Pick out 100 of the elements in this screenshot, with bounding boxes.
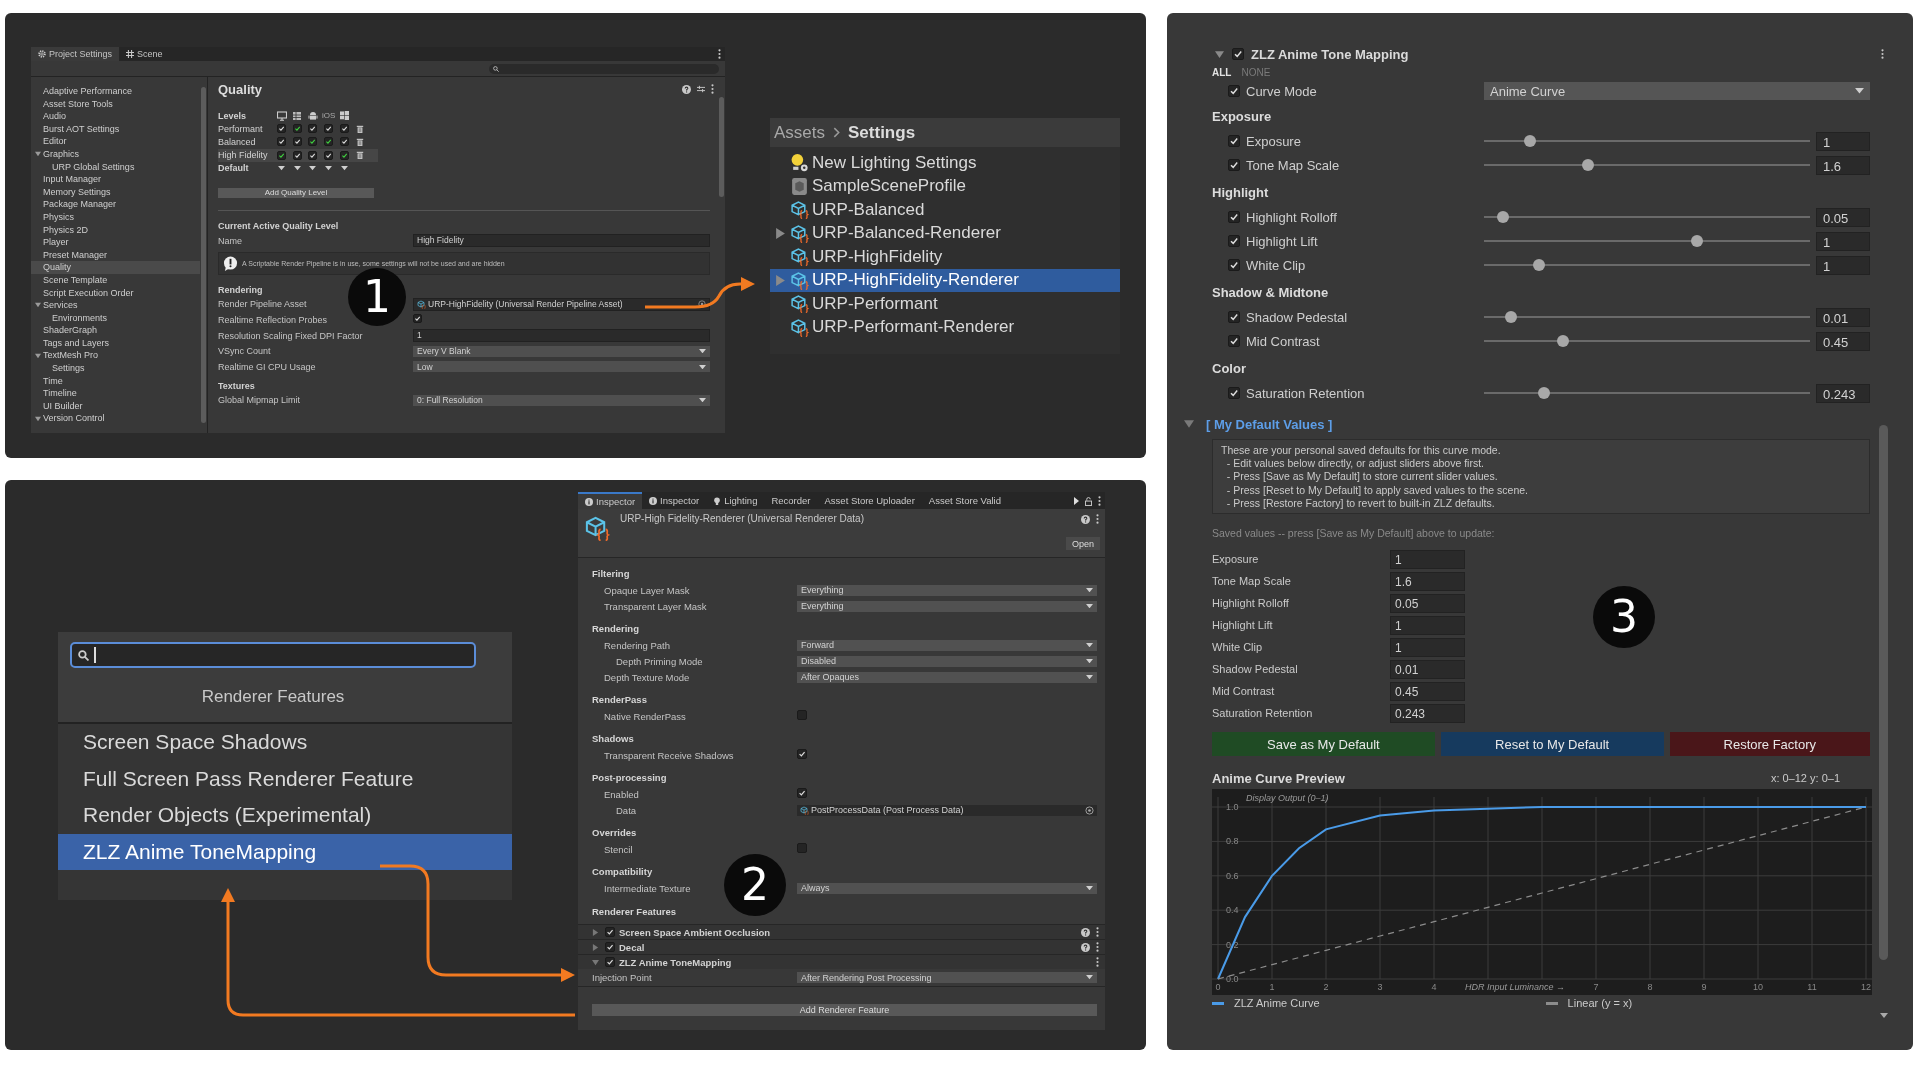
- feature-header[interactable]: Screen Space Ambient Occlusion: [578, 924, 1105, 939]
- foldout-title[interactable]: [ My Default Values ]: [1206, 416, 1333, 432]
- breadcrumb-link[interactable]: Settings: [848, 122, 916, 143]
- checkbox[interactable]: [339, 124, 349, 134]
- quality-level-row[interactable]: Performant: [218, 122, 378, 136]
- checkbox[interactable]: [277, 124, 287, 134]
- number-field[interactable]: 0.243: [1390, 703, 1465, 723]
- trash-icon[interactable]: [355, 151, 364, 160]
- search-field[interactable]: [489, 63, 719, 74]
- sidebar-item[interactable]: Graphics: [31, 147, 200, 161]
- trash-icon[interactable]: [355, 137, 364, 146]
- sidebar-item[interactable]: Audio: [31, 110, 200, 123]
- quality-level-row[interactable]: Balanced: [218, 135, 378, 149]
- number-field[interactable]: 0.45: [1816, 331, 1870, 351]
- dropdown[interactable]: Anime Curve: [1484, 82, 1870, 100]
- number-field[interactable]: 0.05: [1390, 593, 1465, 613]
- sidebar-item[interactable]: Player: [31, 236, 200, 249]
- dropdown[interactable]: Every V Blank: [413, 345, 710, 357]
- dropdown[interactable]: Everything: [797, 584, 1097, 596]
- checkbox[interactable]: [292, 124, 302, 134]
- checkbox[interactable]: [1228, 85, 1240, 97]
- expand-triangle-icon[interactable]: [35, 352, 41, 359]
- checkbox[interactable]: [605, 927, 615, 937]
- expand-triangle-icon[interactable]: [1215, 49, 1224, 59]
- expand-triangle-icon[interactable]: [592, 958, 599, 966]
- asset-item[interactable]: URP-Balanced: [770, 198, 1120, 222]
- checkbox[interactable]: [308, 124, 318, 134]
- checkbox[interactable]: [1228, 259, 1240, 271]
- number-field[interactable]: 1.6: [1390, 571, 1465, 591]
- number-field[interactable]: 1.6: [1816, 155, 1870, 175]
- sidebar-item[interactable]: Memory Settings: [31, 185, 200, 199]
- checkbox[interactable]: [292, 150, 302, 160]
- sidebar-item[interactable]: Editor: [31, 135, 200, 148]
- number-field[interactable]: 1: [1390, 637, 1465, 657]
- dropdown[interactable]: Always: [797, 882, 1097, 894]
- feature-header[interactable]: Decal: [578, 939, 1105, 954]
- dropdown[interactable]: Forward: [797, 639, 1097, 651]
- feature-header[interactable]: ZLZ Anime ToneMapping: [578, 954, 1105, 969]
- expand-triangle-icon[interactable]: [1184, 419, 1194, 429]
- scroll-down-icon[interactable]: [1880, 1013, 1888, 1018]
- expand-triangle-icon[interactable]: [35, 415, 41, 422]
- number-field[interactable]: 0.01: [1816, 307, 1870, 327]
- action-button[interactable]: Restore Factory: [1669, 732, 1870, 756]
- search-field[interactable]: [70, 642, 476, 668]
- sidebar-item[interactable]: Version Control: [31, 412, 200, 426]
- toggle-link[interactable]: ALL: [1212, 66, 1232, 78]
- checkbox[interactable]: [324, 137, 334, 147]
- tab[interactable]: Lighting: [706, 492, 765, 509]
- help-icon[interactable]: [1081, 942, 1090, 952]
- sidebar-item[interactable]: URP Global Settings: [31, 160, 200, 174]
- tab[interactable]: Project Settings: [31, 47, 120, 61]
- dropdown[interactable]: After Rendering Post Processing: [797, 972, 1097, 983]
- sidebar-item[interactable]: TextMesh Pro: [31, 349, 200, 363]
- number-field[interactable]: 1: [1816, 131, 1870, 151]
- sidebar-item[interactable]: Settings: [31, 362, 200, 375]
- number-field[interactable]: 1: [1390, 615, 1465, 635]
- tab[interactable]: Inspector: [642, 492, 707, 509]
- sidebar-item[interactable]: Tags and Layers: [31, 336, 200, 350]
- number-field[interactable]: 1: [1390, 549, 1465, 569]
- checkbox[interactable]: [339, 150, 349, 160]
- slider-thumb[interactable]: [1538, 387, 1551, 399]
- sidebar-item[interactable]: Preset Manager: [31, 248, 200, 262]
- checkbox[interactable]: [324, 124, 334, 134]
- sidebar-item[interactable]: Physics 2D: [31, 223, 200, 237]
- checkbox[interactable]: [797, 749, 807, 759]
- checkbox[interactable]: [308, 137, 318, 147]
- feature-option[interactable]: Full Screen Pass Renderer Feature: [58, 760, 512, 797]
- object-field[interactable]: URP-HighFidelity (Universal Render Pipeline Asset): [413, 297, 710, 311]
- checkbox[interactable]: [1228, 135, 1240, 147]
- sidebar-item[interactable]: Burst AOT Settings: [31, 122, 200, 136]
- add-quality-level-button[interactable]: Add Quality Level: [218, 187, 374, 198]
- sidebar-item[interactable]: ShaderGraph: [31, 324, 200, 337]
- number-field[interactable]: 0.243: [1816, 383, 1870, 403]
- expand-triangle-icon[interactable]: [35, 151, 41, 158]
- open-button[interactable]: Open: [1065, 537, 1100, 550]
- sidebar-item[interactable]: Environments: [31, 311, 200, 325]
- number-field[interactable]: 0.05: [1816, 207, 1870, 227]
- asset-item[interactable]: URP-Balanced-Renderer: [770, 221, 1120, 245]
- more-icon[interactable]: [1881, 49, 1884, 59]
- tab[interactable]: Inspector: [578, 492, 643, 509]
- sidebar-item[interactable]: Services: [31, 299, 200, 312]
- sidebar-item[interactable]: Adaptive Performance: [31, 85, 200, 98]
- number-field[interactable]: 1: [1816, 231, 1870, 251]
- checkbox[interactable]: [1228, 387, 1240, 399]
- number-field[interactable]: 1: [1816, 255, 1870, 275]
- slider-thumb[interactable]: [1504, 311, 1517, 323]
- dropdown[interactable]: 0: Full Resolution: [413, 394, 710, 406]
- quality-level-row[interactable]: High Fidelity: [218, 148, 378, 162]
- asset-item[interactable]: New Lighting Settings: [770, 151, 1120, 175]
- asset-item[interactable]: URP-HighFidelity-Renderer: [770, 268, 1120, 292]
- slider-thumb[interactable]: [1532, 259, 1545, 271]
- sidebar-item[interactable]: Input Manager: [31, 173, 200, 186]
- slider-thumb[interactable]: [1496, 211, 1509, 223]
- dropdown[interactable]: Everything: [797, 600, 1097, 612]
- checkbox[interactable]: [797, 710, 807, 720]
- more-icon[interactable]: [1096, 942, 1099, 952]
- sidebar-item[interactable]: Timeline: [31, 387, 200, 400]
- number-field[interactable]: 0.45: [1390, 681, 1465, 701]
- name-field[interactable]: High Fidelity: [413, 234, 710, 248]
- help-icon[interactable]: [682, 84, 691, 94]
